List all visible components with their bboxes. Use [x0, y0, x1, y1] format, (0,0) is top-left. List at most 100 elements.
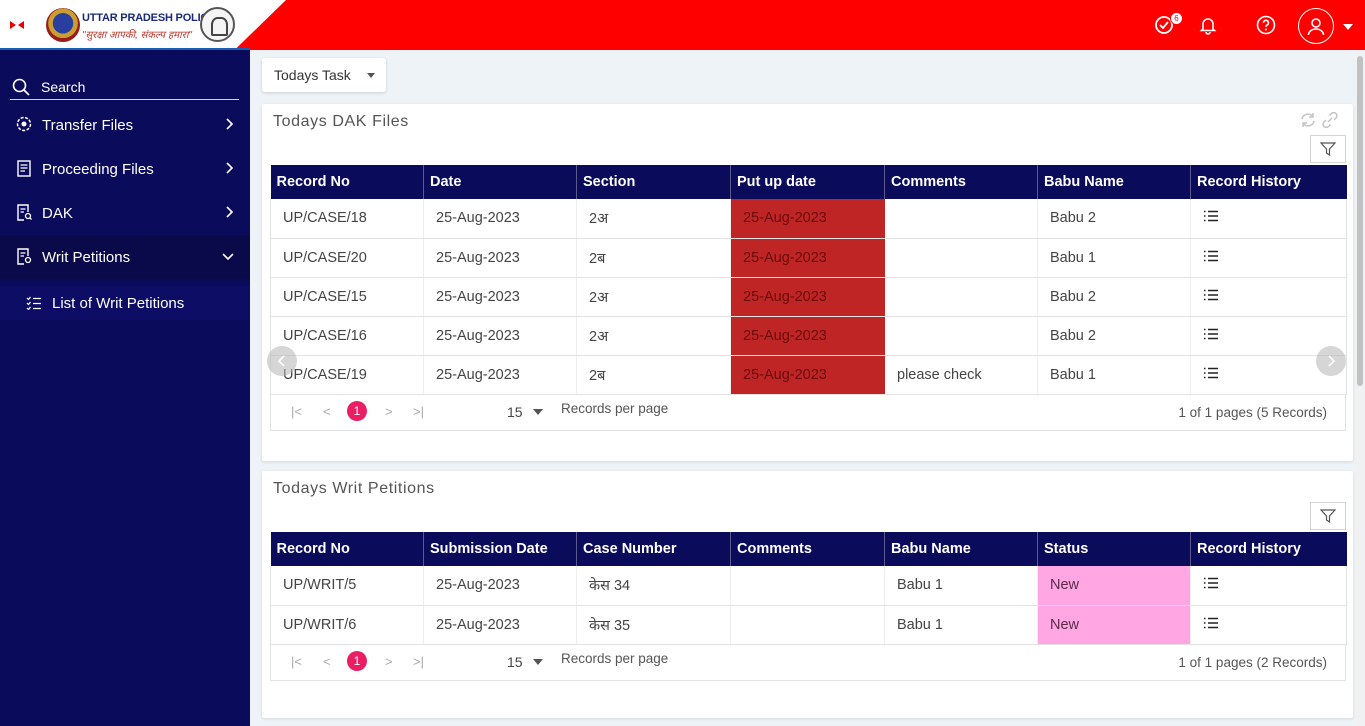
scrollbar-thumb[interactable]	[1357, 56, 1363, 386]
table-row[interactable]: UP/WRIT/6 25-Aug-2023 केस 35 Babu 1 New	[270, 605, 1347, 645]
table-header-row: Record No Submission Date Case Number Co…	[270, 532, 1347, 566]
babu-name-cell: Babu 2	[1037, 316, 1191, 356]
comments-cell	[884, 199, 1038, 239]
history-list-icon[interactable]	[1203, 328, 1219, 340]
column-header[interactable]: Babu Name	[884, 532, 1038, 566]
carousel-prev-button[interactable]	[267, 346, 297, 376]
current-page-button[interactable]: 1	[347, 651, 367, 671]
put-up-date-cell: 25-Aug-2023	[730, 355, 885, 395]
task-type-dropdown[interactable]: Todays Task	[262, 58, 386, 92]
history-list-icon[interactable]	[1203, 577, 1219, 589]
column-header[interactable]: Babu Name	[1037, 165, 1191, 199]
sidebar-item-proceeding-files[interactable]: Proceeding Files	[0, 147, 250, 191]
section-cell: 2ब	[576, 355, 731, 395]
column-header[interactable]: Section	[576, 165, 731, 199]
first-page-icon[interactable]: |<	[291, 654, 302, 669]
brand-title: UTTAR PRADESH POLICE	[82, 12, 216, 24]
user-menu-button[interactable]	[1298, 8, 1334, 44]
case-number-cell: केस 34	[576, 566, 731, 606]
column-header[interactable]: Comments	[730, 532, 885, 566]
first-page-icon[interactable]: |<	[291, 404, 302, 419]
tasks-badge: 6	[1170, 12, 1183, 25]
notifications-button[interactable]	[1195, 12, 1221, 38]
brand-tagline: "सुरक्षा आपकी, संकल्प हमारा"	[82, 30, 192, 41]
history-list-icon[interactable]	[1203, 289, 1219, 301]
comments-cell: please check	[884, 355, 1038, 395]
column-header[interactable]: Record History	[1190, 532, 1347, 566]
page-size-caret-icon[interactable]	[533, 659, 543, 665]
sidebar-item-transfer-files[interactable]: Transfer Files	[0, 103, 250, 147]
sidebar-search[interactable]: Search	[10, 76, 239, 100]
table-row[interactable]: UP/CASE/15 25-Aug-2023 2अ 25-Aug-2023 Ba…	[270, 277, 1347, 317]
babu-name-cell: Babu 1	[884, 566, 1038, 606]
table-row[interactable]: UP/WRIT/5 25-Aug-2023 केस 34 Babu 1 New	[270, 566, 1347, 606]
column-header[interactable]: Record History	[1190, 165, 1347, 199]
date-cell: 25-Aug-2023	[423, 277, 577, 317]
chevron-right-icon	[1328, 355, 1335, 367]
checklist-icon	[26, 296, 41, 310]
record-history-cell	[1190, 238, 1347, 278]
column-header[interactable]: Comments	[884, 165, 1038, 199]
sidebar-item-writ-petitions[interactable]: Writ Petitions	[0, 235, 250, 279]
column-header[interactable]: Record No	[270, 532, 424, 566]
dak-document-search-icon	[17, 204, 32, 221]
last-page-icon[interactable]: >|	[413, 654, 424, 669]
sidebar: Search Transfer Files Proceeding Files D…	[0, 50, 250, 726]
bell-icon	[1199, 18, 1217, 35]
last-page-icon[interactable]: >|	[413, 404, 424, 419]
record-no-cell: UP/CASE/18	[270, 199, 424, 239]
current-page-button[interactable]: 1	[347, 401, 367, 421]
dropdown-caret-icon	[367, 73, 375, 78]
page-size-select[interactable]: 15	[507, 404, 523, 420]
chevron-left-icon	[278, 355, 285, 367]
column-header[interactable]: Status	[1037, 532, 1191, 566]
status-cell: New	[1037, 605, 1191, 645]
table-row[interactable]: UP/CASE/19 25-Aug-2023 2ब 25-Aug-2023 pl…	[270, 355, 1347, 395]
history-list-icon[interactable]	[1203, 210, 1219, 222]
next-page-icon[interactable]: >	[385, 654, 393, 669]
record-no-cell: UP/CASE/16	[270, 316, 424, 356]
comments-cell	[730, 566, 885, 606]
prev-page-icon[interactable]: <	[323, 654, 331, 669]
page-scrollbar[interactable]	[1356, 52, 1364, 726]
comments-cell	[730, 605, 885, 645]
history-list-icon[interactable]	[1203, 250, 1219, 262]
record-history-cell	[1190, 277, 1347, 317]
filter-button[interactable]	[1310, 502, 1346, 530]
column-header[interactable]: Case Number	[576, 532, 731, 566]
column-header[interactable]: Put up date	[730, 165, 885, 199]
record-no-cell: UP/WRIT/6	[270, 605, 424, 645]
history-list-icon[interactable]	[1203, 367, 1219, 379]
column-header[interactable]: Submission Date	[423, 532, 577, 566]
record-no-cell: UP/WRIT/5	[270, 566, 424, 606]
link-icon[interactable]	[1321, 111, 1339, 129]
column-header[interactable]: Record No	[270, 165, 424, 199]
carousel-next-button[interactable]	[1316, 346, 1346, 376]
sidebar-subitem-label: List of Writ Petitions	[52, 295, 185, 312]
record-no-cell: UP/CASE/15	[270, 277, 424, 317]
filter-icon	[1320, 142, 1336, 156]
refresh-icon[interactable]	[1299, 111, 1317, 129]
table-row[interactable]: UP/CASE/20 25-Aug-2023 2ब 25-Aug-2023 Ba…	[270, 238, 1347, 278]
sidebar-item-dak[interactable]: DAK	[0, 191, 250, 235]
babu-name-cell: Babu 2	[1037, 277, 1191, 317]
table-row[interactable]: UP/CASE/16 25-Aug-2023 2अ 25-Aug-2023 Ba…	[270, 316, 1347, 356]
table-row[interactable]: UP/CASE/18 25-Aug-2023 2अ 25-Aug-2023 Ba…	[270, 199, 1347, 239]
menu-toggle-icon[interactable]	[10, 21, 24, 29]
next-page-icon[interactable]: >	[385, 404, 393, 419]
sidebar-subitem-list-of-writ-petitions[interactable]: List of Writ Petitions	[0, 286, 250, 320]
page-size-select[interactable]: 15	[507, 654, 523, 670]
help-button[interactable]	[1253, 12, 1279, 38]
prev-page-icon[interactable]: <	[323, 404, 331, 419]
record-history-cell	[1190, 566, 1347, 606]
sidebar-item-label: Transfer Files	[42, 117, 134, 134]
user-menu-caret-icon[interactable]	[1343, 24, 1353, 30]
column-header[interactable]: Date	[423, 165, 577, 199]
history-list-icon[interactable]	[1203, 617, 1219, 629]
search-icon	[12, 78, 30, 96]
section-cell: 2ब	[576, 238, 731, 278]
page-size-caret-icon[interactable]	[533, 409, 543, 415]
writ-petitions-card: Todays Writ Petitions Record No Submissi…	[262, 471, 1353, 718]
put-up-date-cell: 25-Aug-2023	[730, 316, 885, 356]
filter-button[interactable]	[1310, 135, 1346, 163]
